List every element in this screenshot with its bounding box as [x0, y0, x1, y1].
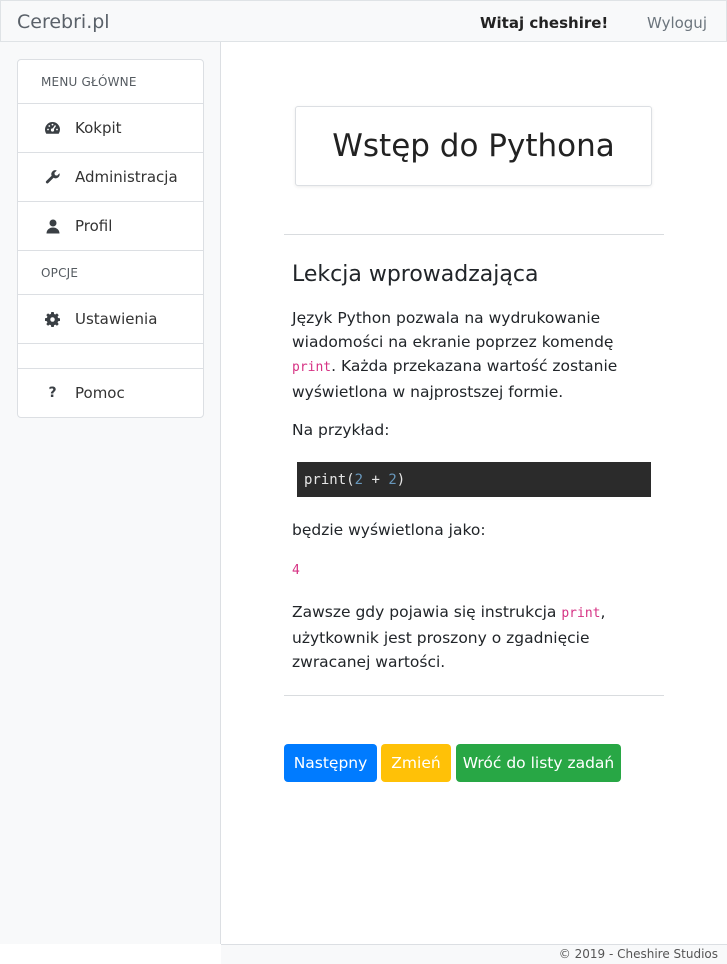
paragraph-text: . Każda przekazana wartość zostanie wyśw…: [292, 357, 618, 401]
sidebar-item-kokpit[interactable]: Kokpit: [18, 104, 203, 153]
lesson-title: Lekcja wprowadzająca: [292, 262, 539, 287]
logout-link[interactable]: Wyloguj: [647, 14, 707, 32]
code-token: ): [396, 471, 406, 488]
welcome-text: Witaj cheshire!: [480, 14, 609, 32]
sidebar-item-label: Pomoc: [75, 384, 125, 402]
code-output: 4: [292, 563, 300, 578]
divider: [284, 695, 664, 696]
menu-header-options: OPCJE: [18, 251, 203, 295]
lesson-paragraph-3: będzie wyświetlona jako:: [292, 521, 486, 539]
back-to-list-button[interactable]: Wróć do listy zadań: [456, 744, 621, 782]
code-token: print(: [304, 471, 355, 488]
inline-code: print: [561, 606, 601, 621]
sidebar-item-administracja[interactable]: Administracja: [18, 153, 203, 202]
sidebar-item-ustawienia[interactable]: Ustawienia: [18, 295, 203, 344]
sidebar-item-profil[interactable]: Profil: [18, 202, 203, 251]
lesson-paragraph-4: Zawsze gdy pojawia się instrukcja print,…: [292, 600, 662, 674]
menu-header-main: MENU GŁÓWNE: [18, 60, 203, 104]
sidebar-item-label: Profil: [75, 217, 113, 235]
lesson-paragraph-2: Na przykład:: [292, 421, 390, 439]
inline-code: print: [292, 360, 332, 375]
lesson-paragraph-1: Język Python pozwala na wydrukowanie wia…: [292, 306, 662, 404]
footer: © 2019 - Cheshire Studios: [221, 944, 727, 964]
dashboard-icon: [18, 121, 75, 135]
edit-button[interactable]: Zmień: [381, 744, 451, 782]
sidebar-item-label: Ustawienia: [75, 310, 158, 328]
code-block: print(2 + 2): [297, 462, 651, 497]
sidebar-menu: MENU GŁÓWNE Kokpit Administracja Profil …: [17, 59, 204, 418]
paragraph-text: Zawsze gdy pojawia się instrukcja: [292, 603, 562, 621]
gear-icon: [18, 311, 75, 327]
sidebar-item-pomoc[interactable]: ? Pomoc: [18, 369, 203, 417]
wrench-icon: [18, 169, 75, 185]
user-icon: [18, 219, 75, 234]
top-navbar: Cerebri.pl Witaj cheshire! Wyloguj: [0, 0, 727, 42]
sidebar-item-label: Kokpit: [75, 119, 122, 137]
menu-spacer: [18, 344, 203, 369]
paragraph-text: Język Python pozwala na wydrukowanie wia…: [292, 309, 614, 351]
page-title: Wstęp do Pythona: [295, 106, 652, 186]
code-number: 2: [354, 471, 364, 488]
next-button[interactable]: Następny: [284, 744, 377, 782]
sidebar-item-label: Administracja: [75, 168, 178, 186]
question-icon: ?: [48, 385, 57, 401]
brand-logo[interactable]: Cerebri.pl: [17, 11, 110, 33]
divider: [284, 234, 664, 235]
code-number: 2: [388, 471, 397, 488]
code-token: +: [363, 471, 389, 488]
